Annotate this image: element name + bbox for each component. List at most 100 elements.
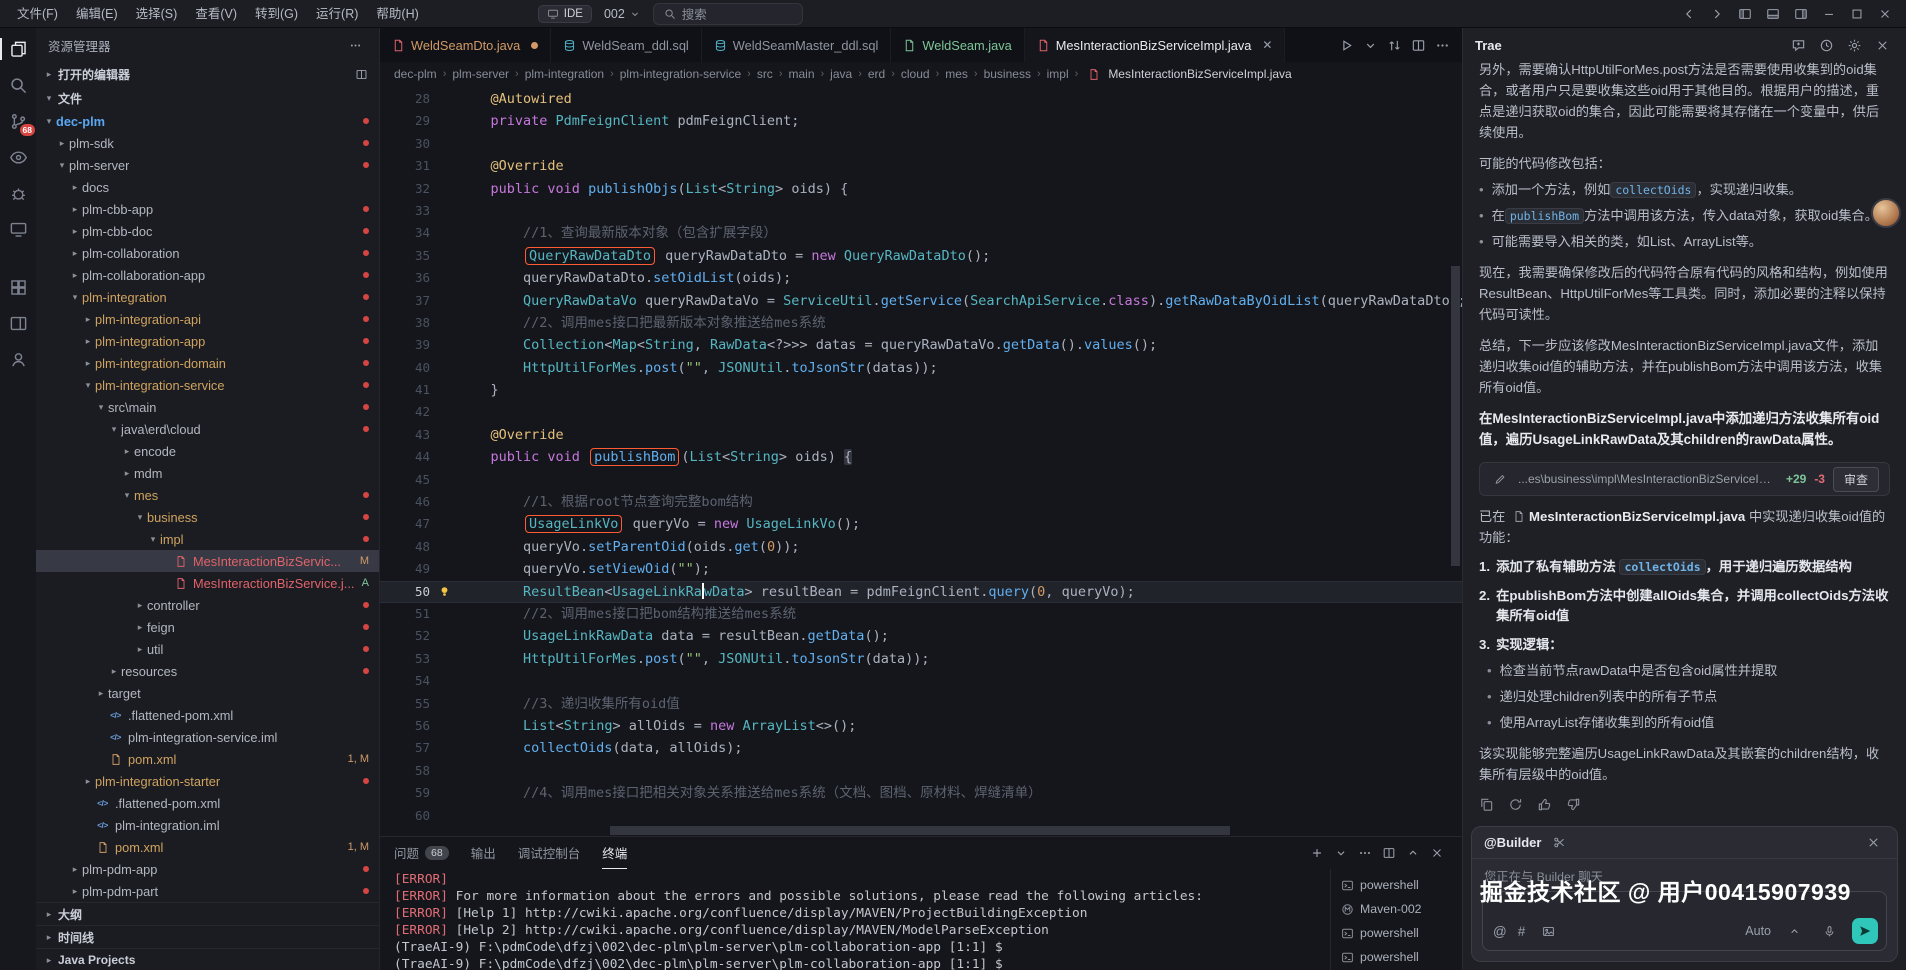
editor-tab-0[interactable]: WeldSeamDto.java — [380, 28, 551, 62]
explorer-more-icon[interactable] — [343, 33, 367, 57]
global-search[interactable]: 搜索 — [653, 3, 803, 25]
ide-badge[interactable]: IDE — [538, 5, 592, 23]
new-chat-icon[interactable] — [1786, 33, 1810, 57]
breadcrumb-item[interactable]: cloud — [901, 67, 930, 81]
preview-icon[interactable] — [0, 140, 36, 174]
mic-icon[interactable] — [1817, 919, 1841, 943]
split-terminal-icon[interactable] — [1378, 842, 1400, 864]
tree-row[interactable]: MesInteractionBizServic...M — [36, 550, 379, 572]
tree-row[interactable]: ▸plm-integration-api — [36, 308, 379, 330]
menu-item-4[interactable]: 转到(G) — [246, 3, 307, 25]
nav-forward-icon[interactable] — [1704, 3, 1730, 25]
tree-row[interactable]: ▾java\erd\cloud — [36, 418, 379, 440]
terminal-session-3[interactable]: powershell — [1331, 945, 1462, 969]
chat-scroll[interactable]: 现在，我需要复用用户提供的代码行号（44-58），确定在哪里插入递归逻辑。当前代… — [1463, 62, 1906, 818]
breadcrumb-item[interactable]: plm-integration-service — [620, 67, 741, 81]
tree-row[interactable]: ▸target — [36, 682, 379, 704]
editor-tab-3[interactable]: WeldSeam.java — [891, 28, 1024, 62]
minimize-icon[interactable] — [1816, 3, 1842, 25]
menu-item-0[interactable]: 文件(F) — [8, 3, 67, 25]
terminal-dropdown-icon[interactable] — [1330, 842, 1352, 864]
tree-row[interactable]: ▾plm-integration — [36, 286, 379, 308]
builder-close-icon[interactable] — [1861, 831, 1885, 855]
image-icon[interactable] — [1536, 919, 1560, 943]
tree-row[interactable]: pom.xml1, M — [36, 748, 379, 770]
tree-row[interactable]: ▸util — [36, 638, 379, 660]
explorer-icon[interactable] — [0, 32, 36, 66]
settings-icon[interactable] — [1842, 33, 1866, 57]
split-editors-icon[interactable] — [349, 62, 373, 86]
menu-item-3[interactable]: 查看(V) — [186, 3, 246, 25]
tree-row[interactable]: ▾plm-integration-service — [36, 374, 379, 396]
menu-item-1[interactable]: 编辑(E) — [67, 3, 127, 25]
toggle-sidebar-icon[interactable] — [1732, 3, 1758, 25]
tree-row[interactable]: pom.xml1, M — [36, 836, 379, 858]
menu-item-6[interactable]: 帮助(H) — [367, 3, 427, 25]
toggle-right-panel-icon[interactable] — [1788, 3, 1814, 25]
lightbulb-icon[interactable] — [430, 581, 458, 603]
code-editor[interactable]: 28 @Autowired29 private PdmFeignClient p… — [380, 86, 1462, 836]
toggle-panel-icon[interactable] — [1760, 3, 1786, 25]
tree-row[interactable]: ▸plm-collaboration-app — [36, 264, 379, 286]
workspace-selector[interactable]: 002 — [604, 7, 641, 21]
breadcrumb-item[interactable]: MesInteractionBizServiceImpl.java — [1084, 67, 1291, 81]
tree-row[interactable]: </>plm-integration.iml — [36, 814, 379, 836]
tab-close-icon[interactable]: ✕ — [1262, 38, 1272, 52]
tree-row[interactable]: ▸plm-sdk — [36, 132, 379, 154]
breadcrumb-item[interactable]: src — [757, 67, 773, 81]
breadcrumb-item[interactable]: business — [984, 67, 1031, 81]
new-terminal-icon[interactable] — [1306, 842, 1328, 864]
source-control-icon[interactable]: 68 — [0, 104, 36, 138]
tree-row[interactable]: ▸plm-cbb-doc — [36, 220, 379, 242]
tree-row[interactable]: ▸plm-cbb-app — [36, 198, 379, 220]
breadcrumb-item[interactable]: erd — [868, 67, 885, 81]
builder-context-icon[interactable] — [1547, 831, 1571, 855]
tree-row[interactable]: </>.flattened-pom.xml — [36, 704, 379, 726]
model-mode-label[interactable]: Auto — [1745, 924, 1771, 938]
thumbs-up-icon[interactable] — [1537, 797, 1552, 812]
breadcrumb-item[interactable]: plm-integration — [525, 67, 604, 81]
tree-row[interactable]: ▸mdm — [36, 462, 379, 484]
tree-row[interactable]: ▸encode — [36, 440, 379, 462]
nav-back-icon[interactable] — [1676, 3, 1702, 25]
thumbs-down-icon[interactable] — [1566, 797, 1581, 812]
maximize-icon[interactable] — [1844, 3, 1870, 25]
tree-row[interactable]: ▾business — [36, 506, 379, 528]
editor-vertical-scrollbar[interactable] — [1451, 266, 1460, 566]
maximize-panel-icon[interactable] — [1402, 842, 1424, 864]
panel-tab-3[interactable]: 终端 — [602, 837, 627, 869]
tree-row[interactable]: ▾mes — [36, 484, 379, 506]
editor-horizontal-scrollbar[interactable] — [610, 826, 1230, 835]
close-panel-icon[interactable] — [1426, 842, 1448, 864]
breadcrumb-item[interactable]: mes — [945, 67, 968, 81]
tree-row[interactable]: ▸feign — [36, 616, 379, 638]
mode-chevron-icon[interactable] — [1782, 919, 1806, 943]
tree-row[interactable]: ▸plm-integration-starter — [36, 770, 379, 792]
breadcrumb-item[interactable]: impl — [1047, 67, 1069, 81]
copy-icon[interactable] — [1479, 797, 1494, 812]
debug-icon[interactable] — [0, 176, 36, 210]
extensions-icon[interactable] — [0, 270, 36, 304]
tree-row[interactable]: ▾plm-server — [36, 154, 379, 176]
terminal-session-1[interactable]: Maven-002 — [1331, 897, 1462, 921]
send-button[interactable] — [1852, 918, 1878, 944]
hash-icon[interactable]: # — [1518, 924, 1526, 939]
tree-row[interactable]: </>.flattened-pom.xml — [36, 792, 379, 814]
open-editors-header[interactable]: ▸ 打开的编辑器 — [36, 62, 379, 86]
panel-tab-2[interactable]: 调试控制台 — [518, 837, 581, 869]
tree-row[interactable]: ▸plm-integration-domain — [36, 352, 379, 374]
run-dropdown-icon[interactable] — [1358, 28, 1382, 62]
more-actions-icon[interactable] — [1430, 28, 1454, 62]
search-icon[interactable] — [0, 68, 36, 102]
terminal-output[interactable]: [ERROR][ERROR] For more information abou… — [380, 869, 1330, 970]
files-section-header[interactable]: ▾ 文件 — [36, 86, 379, 110]
menu-item-2[interactable]: 选择(S) — [127, 3, 187, 25]
breadcrumb-item[interactable]: dec-plm — [394, 67, 437, 81]
history-icon[interactable] — [1814, 33, 1838, 57]
sidebar-section-36[interactable]: ▸大纲 — [36, 902, 379, 925]
panel-tab-0[interactable]: 问题68 — [394, 837, 449, 869]
editor-tab-4[interactable]: MesInteractionBizServiceImpl.java✕ — [1025, 28, 1286, 62]
compare-changes-icon[interactable] — [1382, 28, 1406, 62]
close-panel-icon[interactable] — [1870, 33, 1894, 57]
panel-more-icon[interactable] — [1354, 842, 1376, 864]
